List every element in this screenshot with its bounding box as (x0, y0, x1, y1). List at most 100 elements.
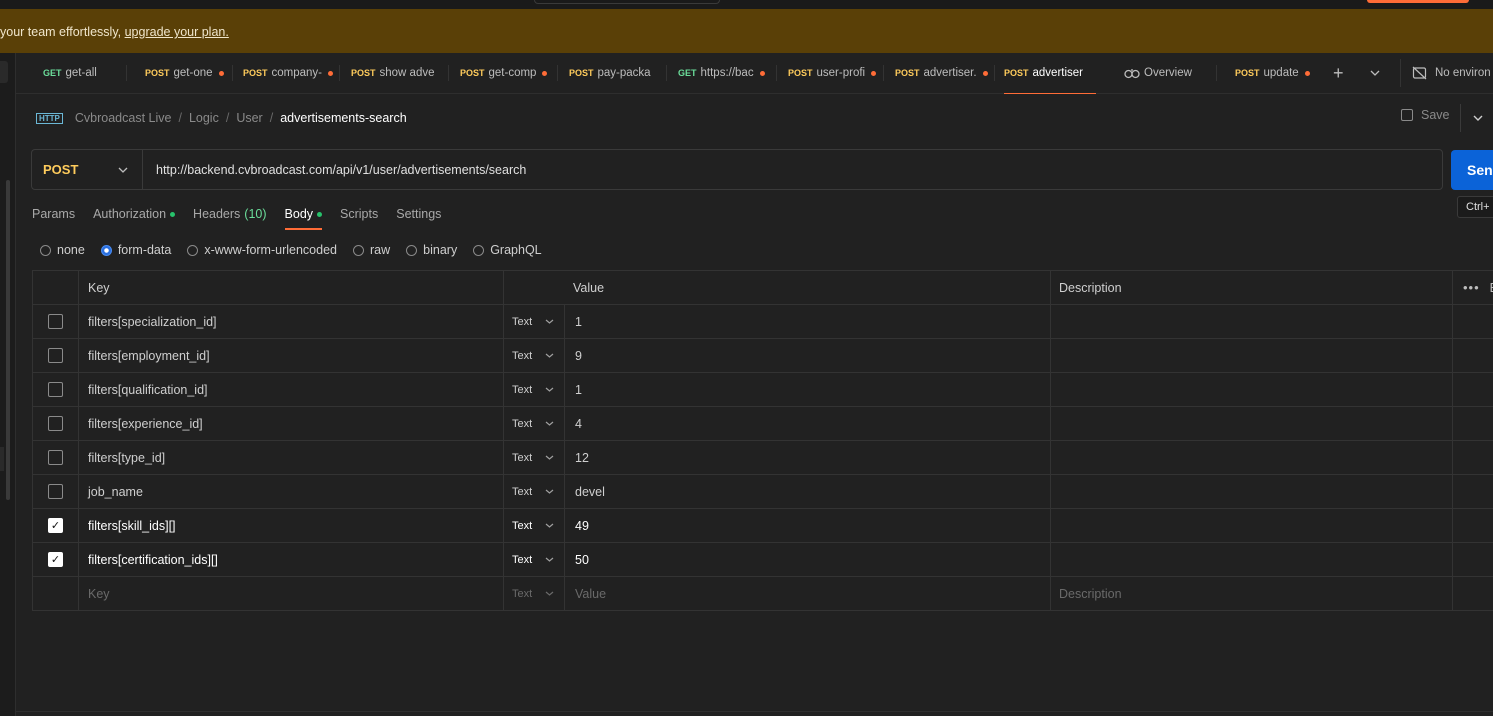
value-input[interactable]: devel (564, 475, 1050, 508)
key-input[interactable]: filters[type_id] (78, 441, 503, 474)
active-dot (317, 211, 323, 217)
radio-raw[interactable]: raw (353, 243, 390, 257)
description-input[interactable] (1050, 543, 1452, 576)
new-description-input[interactable]: Description (1050, 577, 1452, 610)
tab-advertiser-1[interactable]: POST advertiser. (895, 53, 991, 93)
description-input[interactable] (1050, 339, 1452, 372)
row-checkbox[interactable] (48, 484, 63, 499)
breadcrumb-folder-logic[interactable]: Logic (189, 111, 219, 125)
type-select[interactable]: Text (503, 543, 564, 576)
type-select[interactable]: Text (503, 407, 564, 440)
key-input[interactable]: filters[experience_id] (78, 407, 503, 440)
radio-graphql[interactable]: GraphQL (473, 243, 542, 257)
tab-show-adve[interactable]: POST show adve (351, 53, 437, 93)
send-button[interactable]: Sen (1451, 150, 1493, 190)
upgrade-button-edge[interactable] (1367, 0, 1469, 3)
value-input[interactable]: 12 (564, 441, 1050, 474)
tab-params[interactable]: Params (32, 200, 75, 228)
row-checkbox[interactable] (48, 382, 63, 397)
row-checkbox-checked[interactable]: ✓ (48, 518, 63, 533)
sidebar-handle[interactable] (0, 447, 4, 471)
tab-company[interactable]: POST company- (243, 53, 335, 93)
tab-separator (232, 65, 233, 81)
type-select[interactable]: Text (503, 339, 564, 372)
tab-get-all[interactable]: GET get-all (43, 53, 123, 93)
value-input[interactable]: 1 (564, 373, 1050, 406)
row-checkbox-checked[interactable]: ✓ (48, 552, 63, 567)
request-name[interactable]: advertisements-search (280, 111, 406, 125)
url-input[interactable]: http://backend.cvbroadcast.com/api/v1/us… (156, 150, 526, 189)
value-input[interactable]: 1 (564, 305, 1050, 338)
tab-overview[interactable]: Overview (1124, 53, 1214, 93)
radio-x-www-form-urlencoded[interactable]: x-www-form-urlencoded (187, 243, 337, 257)
tab-update[interactable]: POST update (1235, 53, 1315, 93)
radio-binary[interactable]: binary (406, 243, 457, 257)
description-input[interactable] (1050, 475, 1452, 508)
tab-get-comp[interactable]: POST get-comp (460, 53, 554, 93)
row-checkbox[interactable] (48, 314, 63, 329)
description-input[interactable] (1050, 441, 1452, 474)
type-select[interactable]: Text (503, 441, 564, 474)
description-input[interactable] (1050, 305, 1452, 338)
method-badge: POST (895, 68, 920, 78)
tab-pay-packa[interactable]: POST pay-packa (569, 53, 653, 93)
header-description: Description (1050, 271, 1452, 304)
type-select[interactable]: Text (503, 577, 564, 610)
row-checkbox[interactable] (48, 450, 63, 465)
value-input[interactable]: 9 (564, 339, 1050, 372)
method-badge: POST (145, 68, 170, 78)
tabs-dropdown-chevron-icon[interactable] (1370, 53, 1384, 93)
new-key-input[interactable]: Key (78, 577, 503, 610)
bulk-edit-label[interactable]: B (1490, 281, 1493, 295)
method-select[interactable]: POST (32, 150, 143, 189)
save-options-chevron-icon[interactable] (1460, 104, 1493, 132)
tab-advertisements-search[interactable]: POST advertiser (1004, 53, 1096, 94)
description-input[interactable] (1050, 509, 1452, 542)
type-select[interactable]: Text (503, 373, 564, 406)
new-tab-plus-icon[interactable]: + (1333, 53, 1351, 93)
type-select[interactable]: Text (503, 475, 564, 508)
new-value-input[interactable]: Value (564, 577, 1050, 610)
more-options-icon[interactable]: ••• (1453, 280, 1480, 295)
request-url-bar: POST http://backend.cvbroadcast.com/api/… (31, 149, 1443, 190)
value-input[interactable]: 49 (564, 509, 1050, 542)
description-input[interactable] (1050, 407, 1452, 440)
value-input[interactable]: 4 (564, 407, 1050, 440)
tab-settings[interactable]: Settings (396, 200, 441, 228)
row-checkbox[interactable] (48, 416, 63, 431)
sidebar-toggle[interactable] (0, 61, 8, 83)
row-actions (1452, 475, 1493, 508)
breadcrumb-folder-user[interactable]: User (236, 111, 262, 125)
tab-get-one[interactable]: POST get-one (145, 53, 227, 93)
upgrade-plan-link[interactable]: upgrade your plan. (125, 25, 229, 39)
key-input[interactable]: filters[qualification_id] (78, 373, 503, 406)
key-input[interactable]: filters[specialization_id] (78, 305, 503, 338)
table-row: filters[specialization_id] Text 1 (33, 305, 1493, 339)
save-icon (1401, 109, 1413, 121)
overview-icon (1124, 69, 1140, 79)
tab-scripts[interactable]: Scripts (340, 200, 378, 228)
key-input[interactable]: filters[certification_ids][] (78, 543, 503, 576)
type-select[interactable]: Text (503, 305, 564, 338)
description-input[interactable] (1050, 373, 1452, 406)
sidebar-scrollbar[interactable] (6, 180, 10, 500)
tab-user-profi[interactable]: POST user-profi (788, 53, 880, 93)
key-input[interactable]: job_name (78, 475, 503, 508)
tab-body[interactable]: Body (284, 200, 323, 230)
type-select[interactable]: Text (503, 509, 564, 542)
tab-headers[interactable]: Headers (10) (193, 200, 266, 228)
search-bar-edge[interactable] (534, 0, 720, 4)
tab-authorization[interactable]: Authorization (93, 200, 176, 228)
key-input[interactable]: filters[skill_ids][] (78, 509, 503, 542)
row-checkbox[interactable] (48, 348, 63, 363)
save-button[interactable]: Save (1401, 108, 1450, 122)
table-row: job_name Text devel (33, 475, 1493, 509)
header-more: ••• B (1452, 271, 1493, 304)
radio-none[interactable]: none (40, 243, 85, 257)
value-input[interactable]: 50 (564, 543, 1050, 576)
key-input[interactable]: filters[employment_id] (78, 339, 503, 372)
radio-form-data[interactable]: form-data (100, 243, 171, 257)
environment-selector[interactable]: No environ (1412, 53, 1493, 93)
breadcrumb-workspace[interactable]: Cvbroadcast Live (75, 111, 172, 125)
tab-https-bac[interactable]: GET https://bac (678, 53, 772, 93)
